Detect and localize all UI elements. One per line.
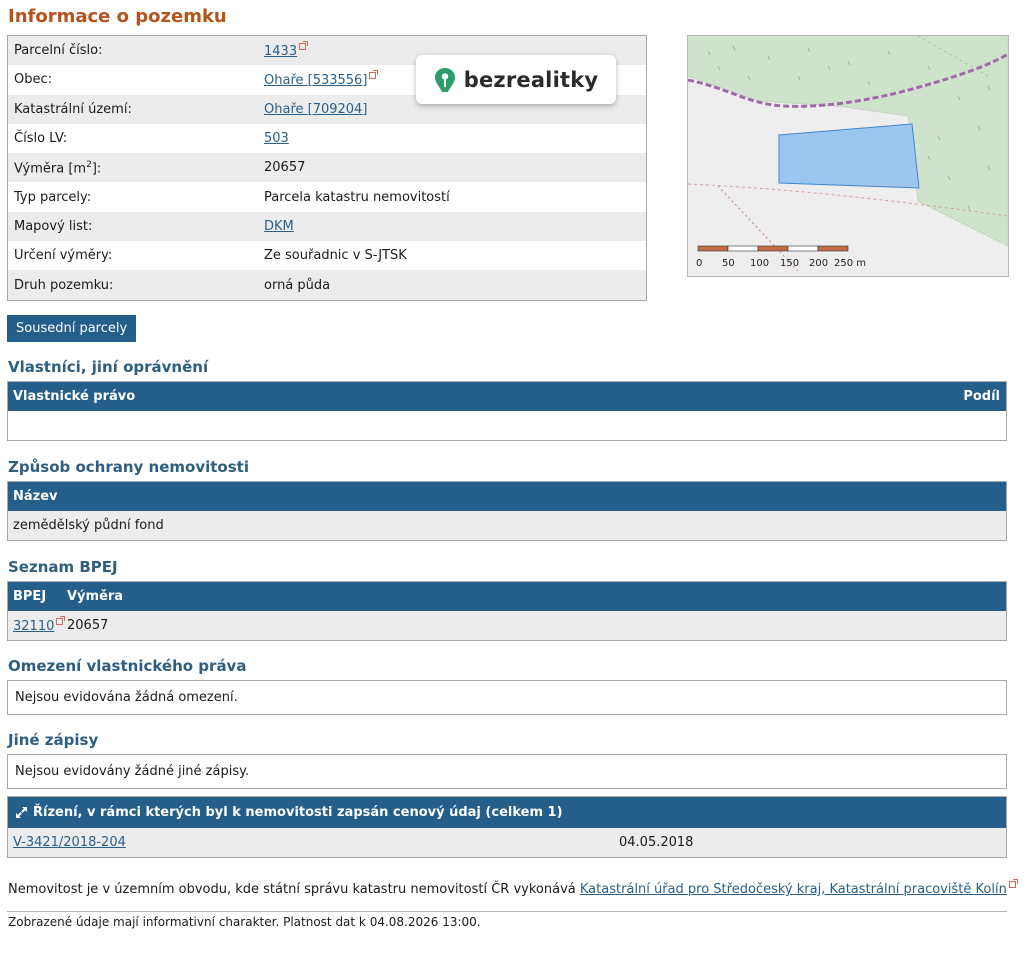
info-row-land-type: Druh pozemku: orná půda [8, 270, 646, 300]
other-records-text: Nejsou evidovány žádné jiné zápisy. [15, 764, 250, 779]
info-label: Parcelní číslo: [14, 43, 103, 59]
scale-label: 100 [750, 258, 769, 269]
table-row: 32110 20657 [8, 611, 1006, 640]
key-pin-icon [434, 67, 455, 92]
proceedings-table: Řízení, v rámci kterých byl k nemovitost… [7, 796, 1007, 858]
info-label: Katastrální území: [14, 101, 132, 117]
external-link-icon [369, 69, 379, 79]
info-row-area-determination: Určení výměry: Ze souřadnic v S-JTSK [8, 241, 646, 271]
expand-icon [16, 807, 27, 818]
scale-label: 200 [809, 258, 828, 269]
info-label: Výměra [m2]: [14, 159, 102, 176]
scale-label: 150 [780, 258, 799, 269]
external-link-icon [56, 615, 66, 625]
footer-divider [7, 911, 1007, 912]
col-ownership-right: Vlastnické právo [13, 389, 136, 404]
protection-table: Název zemědělský půdní fond [7, 481, 1007, 541]
info-label: Mapový list: [14, 218, 93, 234]
bezrealitky-logo[interactable]: bezrealitky [416, 55, 616, 104]
protection-heading: Způsob ochrany nemovitosti [8, 458, 249, 476]
page-title: Informace o pozemku [8, 6, 227, 27]
owners-table: Vlastnické právo Podíl [7, 381, 1007, 441]
table-row: zemědělský půdní fond [8, 511, 1006, 540]
col-bpej: BPEJ [13, 589, 47, 604]
cadastral-area-link[interactable]: Ohaře [709204] [264, 102, 367, 117]
office-info: Nemovitost je v územním obvodu, kde stát… [8, 879, 1018, 897]
bpej-table-header: BPEJ Výměra [8, 582, 1006, 611]
info-label: Určení výměry: [14, 248, 113, 264]
info-row-area: Výměra [m2]: 20657 [8, 153, 646, 183]
external-link-icon [299, 40, 309, 50]
parcel-map[interactable]: 0 50 100 150 200 250 m [687, 35, 1009, 277]
owners-table-header: Vlastnické právo Podíl [8, 382, 1006, 411]
restrictions-heading: Omezení vlastnického práva [8, 657, 247, 675]
col-name: Název [13, 489, 58, 504]
owners-heading: Vlastníci, jiní oprávnění [8, 358, 209, 376]
proceedings-header-text: Řízení, v rámci kterých byl k nemovitost… [33, 805, 563, 820]
map-sheet-link[interactable]: DKM [264, 219, 294, 234]
bpej-area-value: 20657 [67, 618, 109, 633]
proceedings-table-header[interactable]: Řízení, v rámci kterých byl k nemovitost… [8, 797, 1006, 828]
proceeding-date: 04.05.2018 [619, 835, 694, 850]
protection-value: zemědělský půdní fond [13, 518, 164, 533]
scale-label: 250 m [834, 258, 866, 269]
bpej-code-link[interactable]: 32110 [13, 619, 54, 634]
municipality-link[interactable]: Ohaře [533556] [264, 73, 367, 88]
info-label: Druh pozemku: [14, 277, 114, 293]
external-link-icon [1008, 879, 1018, 888]
lv-number-link[interactable]: 503 [264, 131, 289, 146]
table-row: V-3421/2018-204 04.05.2018 [8, 828, 1006, 857]
col-area: Výměra [67, 589, 124, 604]
info-row-lv-number: Číslo LV: 503 [8, 123, 646, 154]
area-value: 20657 [264, 160, 306, 176]
restrictions-text: Nejsou evidována žádná omezení. [15, 690, 238, 705]
info-label: Obec: [14, 72, 53, 88]
disclaimer: Zobrazené údaje mají informativní charak… [8, 915, 481, 929]
scale-label: 50 [722, 258, 735, 269]
logo-text: bezrealitky [463, 67, 599, 92]
owners-empty-row [8, 411, 1006, 440]
parcel-number-link[interactable]: 1433 [264, 44, 297, 59]
area-determination-value: Ze souřadnic v S-JTSK [264, 248, 407, 264]
info-label: Typ parcely: [14, 189, 92, 205]
protection-table-header: Název [8, 482, 1006, 511]
other-records-heading: Jiné zápisy [8, 731, 99, 749]
info-label: Číslo LV: [14, 131, 68, 147]
col-share: Podíl [963, 389, 1000, 404]
bpej-table: BPEJ Výměra 32110 20657 [7, 581, 1007, 641]
cadastral-office-link[interactable]: Katastrální úřad pro Středočeský kraj, K… [580, 882, 1007, 897]
neighbor-parcels-button[interactable]: Sousední parcely [7, 315, 137, 342]
bpej-heading: Seznam BPEJ [8, 558, 118, 576]
parcel-type-value: Parcela katastru nemovitostí [264, 189, 450, 205]
office-info-text: Nemovitost je v územním obvodu, kde stát… [8, 882, 580, 897]
proceeding-id-link[interactable]: V-3421/2018-204 [13, 835, 126, 850]
info-row-parcel-type: Typ parcely: Parcela katastru nemovitost… [8, 182, 646, 212]
other-records-box: Nejsou evidovány žádné jiné zápisy. [7, 754, 1007, 789]
restrictions-box: Nejsou evidována žádná omezení. [7, 680, 1007, 715]
scale-label: 0 [696, 258, 702, 269]
info-row-map-sheet: Mapový list: DKM [8, 211, 646, 242]
land-type-value: orná půda [264, 277, 331, 293]
